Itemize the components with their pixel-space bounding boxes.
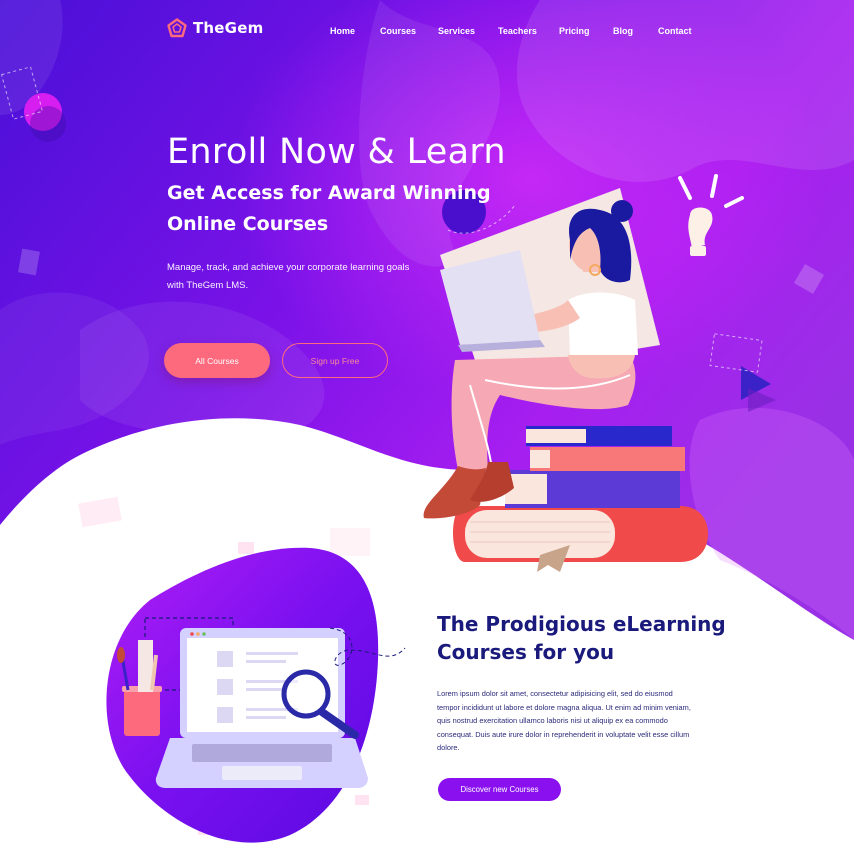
hero-background bbox=[0, 0, 854, 843]
nav-item-contact[interactable]: Contact bbox=[658, 26, 692, 36]
nav-item-pricing[interactable]: Pricing bbox=[559, 26, 590, 36]
hero-description: Manage, track, and achieve your corporat… bbox=[167, 262, 410, 291]
hero-subtitle: Get Access for Award Winning Online Cour… bbox=[167, 182, 491, 235]
nav-item-courses[interactable]: Courses bbox=[380, 26, 416, 36]
nav-item-blog[interactable]: Blog bbox=[613, 26, 633, 36]
nav-item-teachers[interactable]: Teachers bbox=[498, 26, 537, 36]
top-navigation: TheGem Home Courses Services Teachers Pr… bbox=[0, 0, 854, 64]
nav-item-home[interactable]: Home bbox=[330, 26, 355, 36]
pentagon-logo-icon bbox=[167, 18, 187, 38]
brand-logo[interactable]: TheGem bbox=[167, 18, 263, 38]
brand-name: TheGem bbox=[193, 19, 264, 37]
discover-courses-button[interactable]: Discover new Courses bbox=[438, 778, 561, 801]
section-title: The Prodigious eLearning Courses for you bbox=[437, 612, 726, 664]
all-courses-button[interactable]: All Courses bbox=[164, 343, 270, 378]
hero-title: Enroll Now & Learn bbox=[167, 132, 506, 172]
nav-item-services[interactable]: Services bbox=[438, 26, 475, 36]
section-body: Lorem ipsum dolor sit amet, consectetur … bbox=[437, 689, 691, 752]
sign-up-free-button[interactable]: Sign up Free bbox=[282, 343, 388, 378]
